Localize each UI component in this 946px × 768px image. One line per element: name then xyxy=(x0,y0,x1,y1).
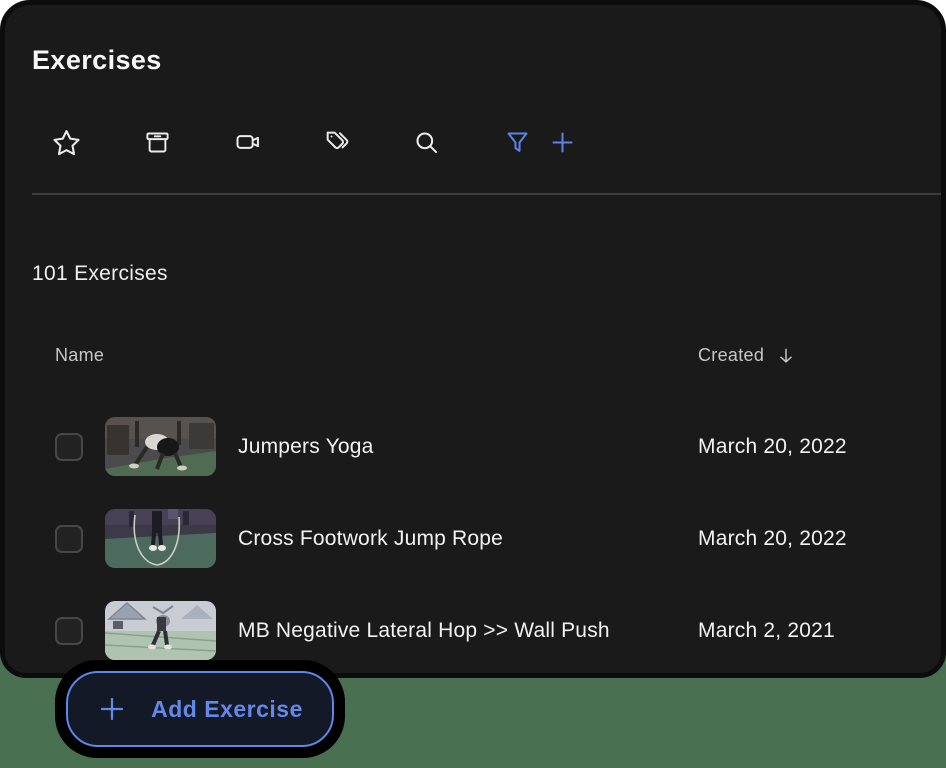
exercise-created-date: March 20, 2022 xyxy=(698,509,847,568)
tags-icon[interactable] xyxy=(320,125,354,159)
exercise-name: MB Negative Lateral Hop >> Wall Push xyxy=(238,601,610,660)
page-title: Exercises xyxy=(32,45,162,76)
column-header-created[interactable]: Created xyxy=(698,345,796,366)
exercise-row[interactable]: MB Negative Lateral Hop >> Wall Push Mar… xyxy=(5,601,941,660)
exercise-thumbnail[interactable] xyxy=(105,417,216,476)
archive-icon[interactable] xyxy=(140,125,174,159)
favorites-star-icon[interactable] xyxy=(49,125,83,159)
add-exercise-button[interactable]: Add Exercise xyxy=(66,671,334,747)
plus-icon xyxy=(97,694,127,724)
exercise-created-date: March 20, 2022 xyxy=(698,417,847,476)
column-header-name: Name xyxy=(55,345,104,366)
exercises-page: { "page": { "title": "Exercises", "count… xyxy=(0,0,946,768)
exercises-panel: Exercises xyxy=(0,0,946,678)
row-checkbox[interactable] xyxy=(55,525,83,553)
exercise-row[interactable]: Jumpers Yoga March 20, 2022 xyxy=(5,417,941,476)
row-checkbox[interactable] xyxy=(55,433,83,461)
exercise-name: Cross Footwork Jump Rope xyxy=(238,509,503,568)
search-icon[interactable] xyxy=(409,125,443,159)
add-exercise-highlight-ring: Add Exercise xyxy=(55,660,345,758)
exercise-thumbnail[interactable] xyxy=(105,509,216,568)
exercise-thumbnail[interactable] xyxy=(105,601,216,660)
exercise-row[interactable]: Cross Footwork Jump Rope March 20, 2022 xyxy=(5,509,941,568)
video-icon[interactable] xyxy=(231,125,265,159)
toolbar xyxy=(5,125,941,159)
toolbar-divider xyxy=(32,193,941,195)
row-checkbox[interactable] xyxy=(55,617,83,645)
exercise-created-date: March 2, 2021 xyxy=(698,601,835,660)
exercise-count: 101 Exercises xyxy=(32,262,168,286)
add-exercise-label: Add Exercise xyxy=(151,696,303,723)
sort-descending-icon xyxy=(776,346,796,366)
filter-icon[interactable] xyxy=(500,125,534,159)
column-header-created-label: Created xyxy=(698,345,764,366)
exercise-name: Jumpers Yoga xyxy=(238,417,374,476)
add-icon[interactable] xyxy=(545,125,579,159)
